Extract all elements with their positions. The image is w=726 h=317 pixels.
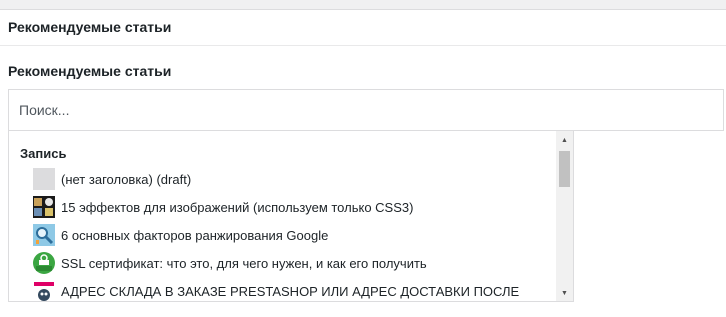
panel-header[interactable]: Рекомендуемые статьи bbox=[0, 10, 726, 46]
seo-magnifier-thumbnail bbox=[33, 224, 55, 246]
result-item[interactable]: (нет заголовка) (draft) bbox=[33, 167, 553, 191]
blank-thumbnail bbox=[33, 168, 55, 190]
result-item-label: 15 эффектов для изображений (используем … bbox=[61, 199, 414, 215]
result-item-label: 6 основных факторов ранжирования Google bbox=[61, 227, 329, 243]
results-dropdown: Запись (нет заголовка) (draft) 15 эффект… bbox=[8, 131, 574, 302]
results-scrollbar[interactable]: ▲ ▼ bbox=[556, 131, 573, 301]
result-item[interactable]: АДРЕС СКЛАДА В ЗАКАЗЕ PRESTASHOP ИЛИ АДР… bbox=[33, 279, 553, 301]
result-item-label: (нет заголовка) (draft) bbox=[61, 171, 192, 187]
group-label: Запись bbox=[20, 146, 67, 161]
ssl-badge-thumbnail bbox=[33, 252, 55, 274]
scroll-down-arrow-icon[interactable]: ▼ bbox=[556, 286, 573, 300]
search-box[interactable] bbox=[8, 89, 724, 131]
result-item[interactable]: SSL сертификат: что это, для чего нужен,… bbox=[33, 251, 553, 275]
search-input[interactable] bbox=[9, 90, 723, 130]
panel-title: Рекомендуемые статьи bbox=[8, 19, 172, 35]
field-label: Рекомендуемые статьи bbox=[8, 63, 172, 79]
featured-articles-panel: Рекомендуемые статьи Рекомендуемые стать… bbox=[0, 9, 726, 317]
top-strip bbox=[0, 0, 726, 9]
prestashop-logo-thumbnail bbox=[33, 280, 55, 301]
scroll-up-arrow-icon[interactable]: ▲ bbox=[556, 133, 573, 147]
result-item[interactable]: 6 основных факторов ранжирования Google bbox=[33, 223, 553, 247]
image-effects-thumbnail bbox=[33, 196, 55, 218]
result-item[interactable]: 15 эффектов для изображений (используем … bbox=[33, 195, 553, 219]
scroll-thumb[interactable] bbox=[559, 151, 570, 187]
result-item-label: АДРЕС СКЛАДА В ЗАКАЗЕ PRESTASHOP ИЛИ АДР… bbox=[61, 283, 520, 299]
result-item-label: SSL сертификат: что это, для чего нужен,… bbox=[61, 255, 427, 271]
results-list: Запись (нет заголовка) (draft) 15 эффект… bbox=[9, 131, 557, 301]
